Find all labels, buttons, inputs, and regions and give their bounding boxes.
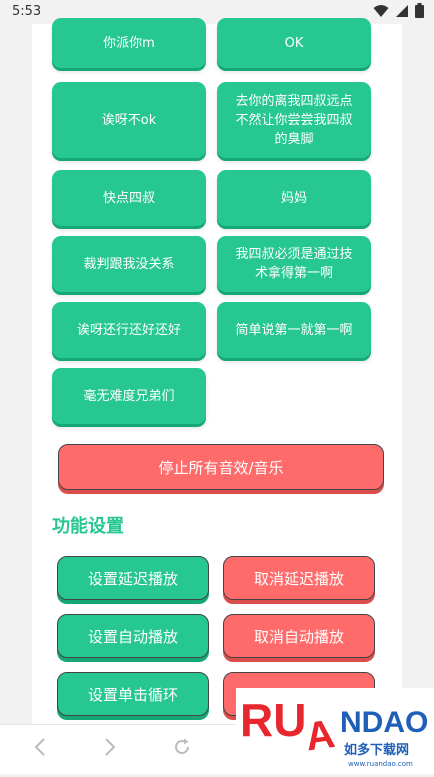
sound-button-label: 你派你m	[103, 35, 155, 51]
status-icons	[373, 3, 424, 18]
stop-all-button[interactable]: 停止所有音效/音乐	[58, 444, 384, 490]
svg-text:A: A	[303, 712, 338, 760]
sound-button[interactable]: 妈妈	[217, 170, 371, 226]
sound-button-label: 裁判跟我没关系	[83, 256, 175, 272]
wifi-icon	[373, 4, 389, 17]
sound-button-label: 去你的离我四叔远点不然让你尝尝我四叔的臭脚	[235, 93, 353, 147]
svg-text:如多下载网: 如多下载网	[344, 742, 409, 758]
sound-button-label: 快点四叔	[102, 190, 155, 206]
sound-button-label: 诶呀还行还好还好	[76, 322, 181, 338]
sound-button[interactable]: 快点四叔	[52, 170, 206, 226]
svg-text:RU: RU	[240, 694, 306, 746]
sound-button-label: 毫无难度兄弟们	[83, 388, 175, 404]
forward-arrow-icon[interactable]	[102, 737, 118, 757]
set-delay-button[interactable]: 设置延迟播放	[57, 556, 209, 600]
sound-button[interactable]: 诶呀还行还好还好	[52, 302, 206, 358]
battery-icon	[415, 3, 424, 18]
sound-button-label: 诶呀不ok	[101, 112, 157, 128]
back-arrow-icon[interactable]	[32, 737, 48, 757]
signal-icon	[396, 4, 408, 17]
sound-button[interactable]: 去你的离我四叔远点不然让你尝尝我四叔的臭脚	[217, 82, 371, 158]
sound-button-label: 简单说第一就第一啊	[235, 322, 353, 338]
sound-button-label: 妈妈	[280, 190, 307, 206]
set-auto-button[interactable]: 设置自动播放	[57, 614, 209, 658]
sound-button[interactable]: 你派你m	[52, 18, 206, 68]
svg-text:NDAO: NDAO	[340, 706, 428, 739]
set-loop-button[interactable]: 设置单击循环	[57, 672, 209, 716]
watermark-logo: RU A NDAO 如多下载网 www.ruandao.com	[236, 688, 434, 773]
main-content[interactable]: 你派你m OK 诶呀不ok 去你的离我四叔远点不然让你尝尝我四叔的臭脚 快点四叔…	[32, 18, 402, 724]
settings-title: 功能设置	[52, 516, 124, 537]
sound-button[interactable]: 毫无难度兄弟们	[52, 368, 206, 424]
sound-button[interactable]: 裁判跟我没关系	[52, 236, 206, 292]
sound-button[interactable]: 我四叔必须是通过技术拿得第一啊	[217, 236, 371, 292]
sound-button[interactable]: 诶呀不ok	[52, 82, 206, 158]
sound-button[interactable]: 简单说第一就第一啊	[217, 302, 371, 358]
sound-button-label: OK	[284, 35, 304, 51]
cancel-delay-button[interactable]: 取消延迟播放	[223, 556, 375, 600]
refresh-icon[interactable]	[172, 737, 192, 757]
ruandao-logo-icon: RU A NDAO 如多下载网 www.ruandao.com	[240, 694, 428, 768]
cancel-auto-button[interactable]: 取消自动播放	[223, 614, 375, 658]
sound-button-label: 我四叔必须是通过技术拿得第一啊	[235, 247, 353, 281]
sound-button[interactable]: OK	[217, 18, 371, 68]
status-time: 5:53	[12, 4, 42, 19]
svg-text:www.ruandao.com: www.ruandao.com	[348, 760, 413, 768]
